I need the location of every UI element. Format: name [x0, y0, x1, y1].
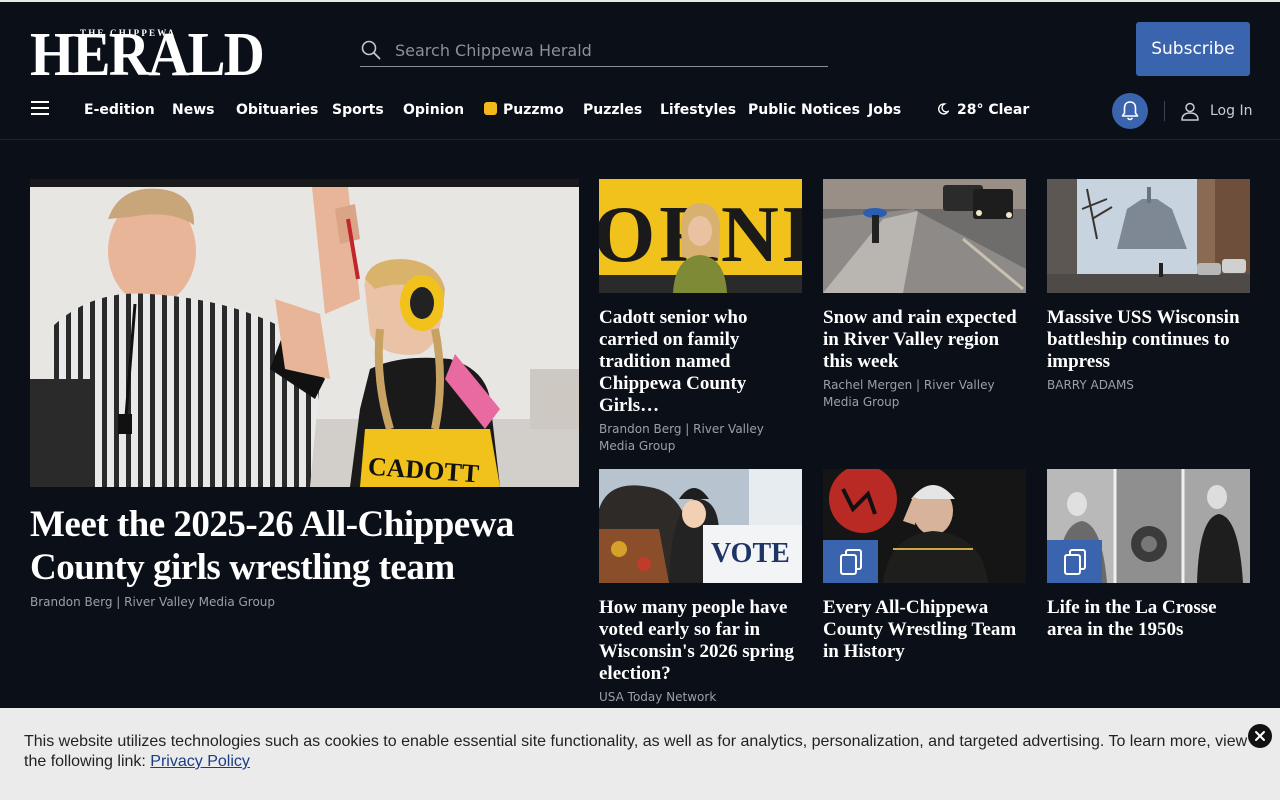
privacy-policy-link[interactable]: Privacy Policy	[150, 753, 250, 770]
gallery-badge	[823, 540, 878, 583]
user-icon	[1181, 102, 1199, 121]
cookie-banner: This website utilizes technologies such …	[0, 708, 1280, 800]
login-link[interactable]: Log In	[1180, 100, 1252, 122]
weather-text: 28° Clear	[957, 102, 1030, 118]
story-title[interactable]: How many people have voted early so far …	[599, 597, 802, 685]
search-input[interactable]	[393, 39, 817, 61]
nav-item-public-notices[interactable]: Public Notices	[748, 102, 860, 118]
close-icon	[1255, 731, 1265, 741]
nav-item-news[interactable]: News	[172, 102, 214, 118]
story-card[interactable]: ORNE Cadott senior who carried on family…	[599, 179, 802, 455]
hamburger-icon[interactable]	[31, 101, 49, 115]
story-image[interactable]: ORNE	[599, 179, 802, 293]
story-byline: Rachel Mergen | River Valley Media Group	[823, 378, 995, 409]
gallery-icon	[839, 548, 862, 575]
subscribe-button[interactable]: Subscribe	[1136, 22, 1250, 76]
story-title[interactable]: Snow and rain expected in River Valley r…	[823, 307, 1026, 373]
lead-story-title[interactable]: Meet the 2025-26 All-Chippewa County gir…	[30, 503, 579, 589]
story-title[interactable]: Massive USS Wisconsin battleship continu…	[1047, 307, 1250, 373]
notifications-button[interactable]	[1112, 93, 1148, 129]
nav-item-lifestyles[interactable]: Lifestyles	[660, 102, 736, 118]
lead-story-byline: Brandon Berg | River Valley Media Group	[30, 595, 276, 609]
main-nav: E-edition News Obituaries Sports Opinion…	[0, 92, 1280, 130]
weather-widget[interactable]: 28° Clear	[937, 102, 1029, 118]
story-title[interactable]: Life in the La Crosse area in the 1950s	[1047, 597, 1250, 641]
cookie-text: This website utilizes technologies such …	[24, 732, 1254, 772]
header-divider	[0, 139, 1280, 140]
story-card[interactable]: Life in the La Crosse area in the 1950s	[1047, 469, 1250, 641]
nav-item-sports[interactable]: Sports	[332, 102, 384, 118]
story-byline: BARRY ADAMS	[1047, 378, 1134, 392]
nav-separator	[1164, 101, 1165, 121]
nav-item-obituaries[interactable]: Obituaries	[236, 102, 318, 118]
nav-item-opinion[interactable]: Opinion	[403, 102, 464, 118]
story-card[interactable]: Snow and rain expected in River Valley r…	[823, 179, 1026, 411]
nav-item-puzzmo[interactable]: Puzzmo	[484, 102, 564, 118]
story-title[interactable]: Cadott senior who carried on family trad…	[599, 307, 802, 417]
lead-story-image[interactable]: CADOTT	[30, 179, 579, 487]
search-bar[interactable]	[360, 34, 828, 67]
top-border	[0, 0, 1280, 2]
nav-item-jobs[interactable]: Jobs	[868, 102, 901, 118]
story-title[interactable]: Every All-Chippewa County Wrestling Team…	[823, 597, 1026, 663]
puzzmo-icon	[484, 102, 497, 115]
site-logo[interactable]: THE CHIPPEWA HERALD	[30, 24, 265, 86]
story-image[interactable]	[1047, 179, 1250, 293]
moon-icon	[938, 103, 949, 115]
logo-big-text: HERALD	[30, 21, 265, 89]
search-icon[interactable]	[361, 40, 381, 60]
story-card[interactable]: Massive USS Wisconsin battleship continu…	[1047, 179, 1250, 394]
vote-sign-text: VOTE	[711, 538, 790, 569]
story-card[interactable]: VOTE How many people have voted early so…	[599, 469, 802, 706]
nav-item-puzzmo-label: Puzzmo	[503, 102, 564, 118]
story-byline: USA Today Network	[599, 690, 717, 704]
gallery-icon	[1063, 548, 1086, 575]
story-image[interactable]	[823, 179, 1026, 293]
story-card[interactable]: Every All-Chippewa County Wrestling Team…	[823, 469, 1026, 663]
bell-icon	[1121, 101, 1139, 121]
story-image[interactable]: VOTE	[599, 469, 802, 583]
nav-item-e-edition[interactable]: E-edition	[84, 102, 155, 118]
nav-item-puzzles[interactable]: Puzzles	[583, 102, 642, 118]
cookie-close-button[interactable]	[1248, 724, 1272, 748]
story-byline: Brandon Berg | River Valley Media Group	[599, 422, 764, 453]
gallery-badge	[1047, 540, 1102, 583]
login-label: Log In	[1210, 103, 1253, 119]
